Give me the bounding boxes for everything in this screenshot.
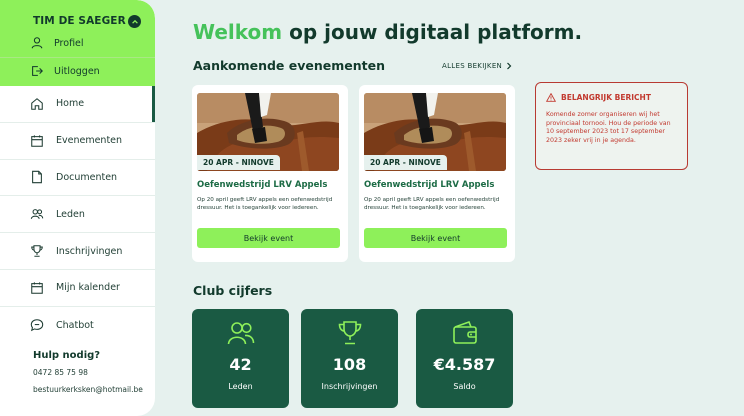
stat-card-leden: 42 Leden — [192, 309, 289, 408]
calendar-icon — [31, 135, 43, 147]
user-name: TIM DE SAEGER — [33, 15, 126, 27]
trophy-icon — [338, 321, 361, 345]
stat-value: €4.587 — [433, 355, 496, 374]
sidebar-item-label: Mijn kalender — [56, 282, 120, 294]
sidebar-item-evenementen[interactable]: Evenementen — [0, 123, 155, 160]
sidebar-item-leden[interactable]: Leden — [0, 196, 155, 234]
sidebar-item-documenten[interactable]: Documenten — [0, 160, 155, 197]
trophy-icon — [31, 245, 43, 257]
sidebar-item-inschrijvingen[interactable]: Inschrijvingen — [0, 233, 155, 270]
sidebar-item-label: Inschrijvingen — [56, 245, 123, 257]
collapse-toggle[interactable] — [128, 15, 141, 28]
welcome-rest: op jouw digitaal platform. — [282, 20, 583, 44]
notice-text: Komende zomer organiseren wij het provin… — [546, 111, 671, 144]
user-panel: TIM DE SAEGER Profiel Uitloggen — [0, 0, 155, 86]
sidebar: TIM DE SAEGER Profiel Uitloggen Home Eve… — [0, 0, 155, 416]
notice-title: BELANGRIJK BERICHT — [546, 93, 677, 102]
user-icon — [31, 37, 43, 49]
stat-card-saldo: €4.587 Saldo — [416, 309, 513, 408]
logout-label: Uitloggen — [54, 65, 100, 77]
sidebar-item-home[interactable]: Home — [0, 86, 155, 123]
chevron-right-icon — [507, 62, 512, 70]
help-title: Hulp nodig? — [33, 350, 101, 361]
users-icon — [30, 209, 44, 220]
event-date-badge: 20 APR - NINOVE — [197, 155, 280, 170]
wallet-icon — [452, 320, 477, 344]
divider — [0, 57, 155, 58]
sidebar-item-mijn-kalender[interactable]: Mijn kalender — [0, 270, 155, 307]
stat-label: Saldo — [453, 382, 476, 391]
see-all-label: ALLES BEKIJKEN — [442, 62, 503, 70]
event-date-badge: 20 APR - NINOVE — [364, 155, 447, 170]
view-event-button[interactable]: Bekijk event — [364, 228, 507, 248]
sidebar-item-label: Home — [56, 98, 85, 110]
event-card: 20 APR - NINOVE Oefenwedstrijd LRV Appel… — [359, 85, 515, 262]
sidebar-item-chatbot[interactable]: Chatbot — [0, 307, 155, 344]
important-notice: BELANGRIJK BERICHT Komende zomer organis… — [535, 82, 688, 170]
profile-label: Profiel — [54, 37, 84, 49]
page-title: Welkom op jouw digitaal platform. — [193, 20, 582, 44]
event-title[interactable]: Oefenwedstrijd LRV Appels — [364, 180, 494, 190]
sidebar-item-label: Documenten — [56, 171, 118, 183]
sidebar-item-label: Chatbot — [56, 319, 94, 331]
stat-value: 108 — [332, 355, 367, 374]
welcome-accent: Welkom — [193, 20, 283, 44]
stat-label: Inschrijvingen — [321, 382, 378, 391]
warning-icon — [546, 93, 556, 102]
view-event-button[interactable]: Bekijk event — [197, 228, 340, 248]
help-section: Hulp nodig? 0472 85 75 98 bestuurkerkske… — [33, 350, 143, 402]
events-section-title: Aankomende evenementen — [193, 58, 385, 73]
calendar-icon — [31, 282, 43, 294]
stat-card-inschrijvingen: 108 Inschrijvingen — [301, 309, 398, 408]
document-icon — [32, 171, 42, 184]
sidebar-item-label: Evenementen — [56, 135, 123, 147]
logout-link[interactable]: Uitloggen — [30, 64, 100, 78]
event-title[interactable]: Oefenwedstrijd LRV Appels — [197, 180, 327, 190]
stats-section-title: Club cijfers — [193, 283, 273, 298]
help-phone[interactable]: 0472 85 75 98 — [33, 368, 143, 377]
profile-link[interactable]: Profiel — [30, 36, 84, 50]
sidebar-nav: Home Evenementen Documenten Leden Inschr… — [0, 86, 155, 344]
chevron-up-icon — [131, 19, 138, 24]
event-description: Op 20 april geeft LRV appels een oefenwe… — [364, 197, 500, 211]
home-icon — [31, 97, 43, 110]
logout-icon — [32, 66, 43, 76]
stat-label: Leden — [228, 382, 253, 391]
help-email[interactable]: bestuurkerksken@hotmail.be — [33, 385, 143, 394]
event-card: 20 APR - NINOVE Oefenwedstrijd LRV Appel… — [192, 85, 348, 262]
see-all-events-link[interactable]: ALLES BEKIJKEN — [442, 62, 512, 70]
notice-title-text: BELANGRIJK BERICHT — [561, 93, 651, 102]
event-description: Op 20 april geeft LRV appels een oefenwe… — [197, 197, 333, 211]
users-icon — [227, 322, 254, 345]
stat-value: 42 — [229, 355, 252, 374]
sidebar-item-label: Leden — [56, 208, 85, 220]
chat-icon — [30, 319, 44, 332]
